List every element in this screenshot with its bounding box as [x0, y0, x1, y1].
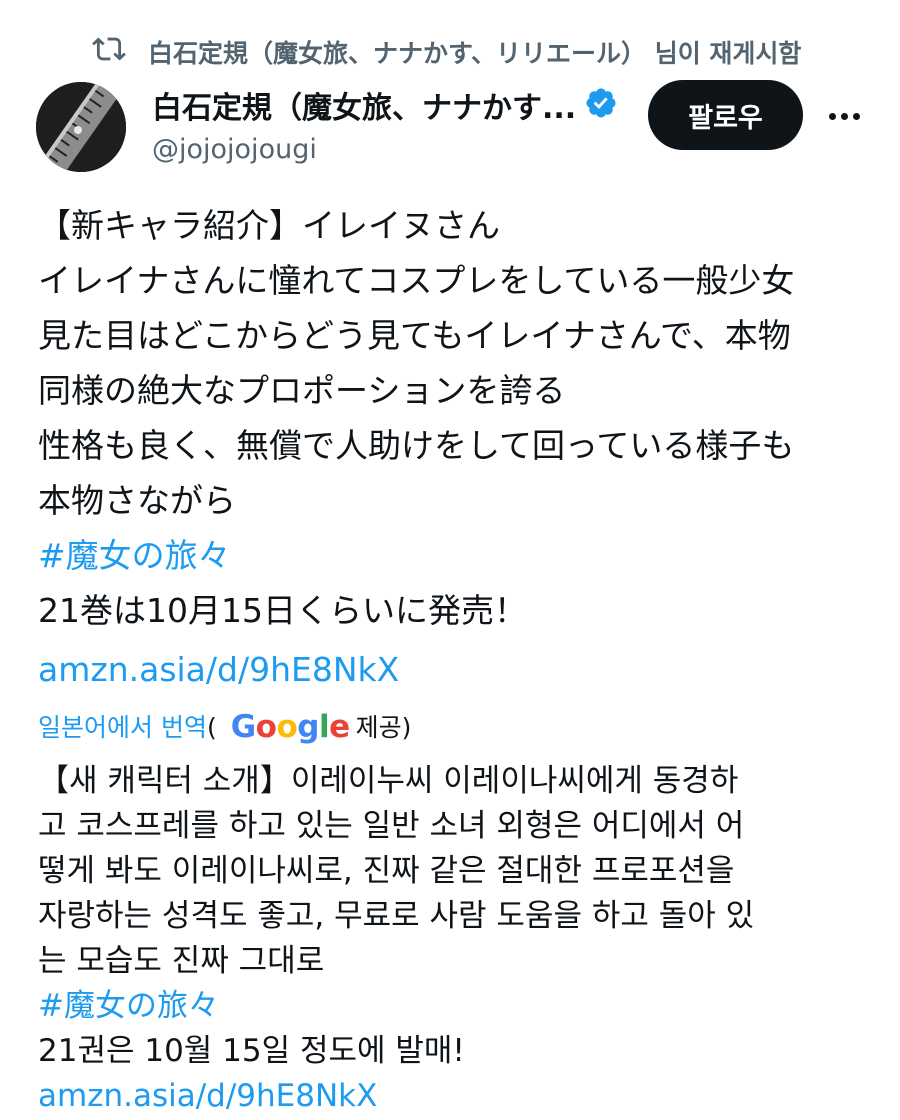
- post-line: 性格も良く、無償で人助けをして回っている様子も: [38, 426, 795, 465]
- translated-line: 는 모습도 진짜 그대로: [38, 943, 325, 979]
- post-line: 見た目はどこからどう見てもイレイナさんで、本物: [38, 316, 791, 355]
- post-line: 本物さながら: [38, 481, 236, 520]
- translation-label[interactable]: 일본어에서 번역: [38, 700, 207, 755]
- post-line: 【新キャラ紹介】イレイヌさん: [38, 206, 500, 245]
- translation-open-paren: (: [206, 712, 217, 742]
- translated-hashtag-link[interactable]: #魔女の旅々: [38, 984, 878, 1029]
- translated-line: 떻게 봐도 이레이나씨로, 진짜 같은 절대한 프로포션을: [38, 853, 735, 889]
- release-text: 21巻は10月15日くらいに発売！: [38, 591, 527, 630]
- post-line: 同様の絶大なプロポーションを誇る: [38, 371, 566, 410]
- post-line: イレイナさんに憧れてコスプレをしている一般少女: [38, 261, 795, 300]
- post-body: 【新キャラ紹介】イレイヌさん イレイナさんに憧れてコスプレをしている一般少女 見…: [38, 198, 878, 1119]
- more-icon[interactable]: [822, 96, 866, 136]
- repost-indicator[interactable]: 白石定規（魔女旅、ナナかす、リリエール） 님이 재게시함: [92, 32, 801, 72]
- translation-attribution: 일본어에서 번역 ( Google 제공): [38, 697, 878, 757]
- author-handle[interactable]: @jojojojougi: [152, 134, 618, 165]
- translated-line: 【새 캐릭터 소개】이레이누씨 이레이나씨에게 동경하: [38, 763, 739, 799]
- avatar[interactable]: [36, 82, 126, 172]
- translated-amazon-link[interactable]: amzn.asia/d/9hE8NkX: [38, 1074, 878, 1119]
- translated-line: 자랑하는 성격도 좋고, 무료로 사람 도움을 하고 돌아 있: [38, 898, 755, 934]
- follow-button[interactable]: 팔로우: [648, 80, 803, 150]
- hashtag-link[interactable]: #魔女の旅々: [38, 528, 878, 583]
- author-display-name[interactable]: 白石定規（魔女旅、ナナかす...: [152, 83, 576, 127]
- translated-body: 【새 캐릭터 소개】이레이누씨 이레이나씨에게 동경하 고 코스프레를 하고 있…: [38, 759, 878, 1119]
- verified-badge-icon: [584, 86, 618, 124]
- translated-line: 고 코스프레를 하고 있는 일반 소녀 외형은 어디에서 어: [38, 808, 745, 844]
- retweet-icon: [92, 32, 126, 72]
- translation-provided-by: 제공): [355, 712, 412, 742]
- translated-release-text: 21권은 10월 15일 정도에 발매!: [38, 1033, 465, 1069]
- google-logo: Google: [230, 708, 350, 745]
- repost-text: 白石定規（魔女旅、ナナかす、リリエール） 님이 재게시함: [148, 39, 802, 68]
- amazon-link[interactable]: amzn.asia/d/9hE8NkX: [38, 642, 878, 697]
